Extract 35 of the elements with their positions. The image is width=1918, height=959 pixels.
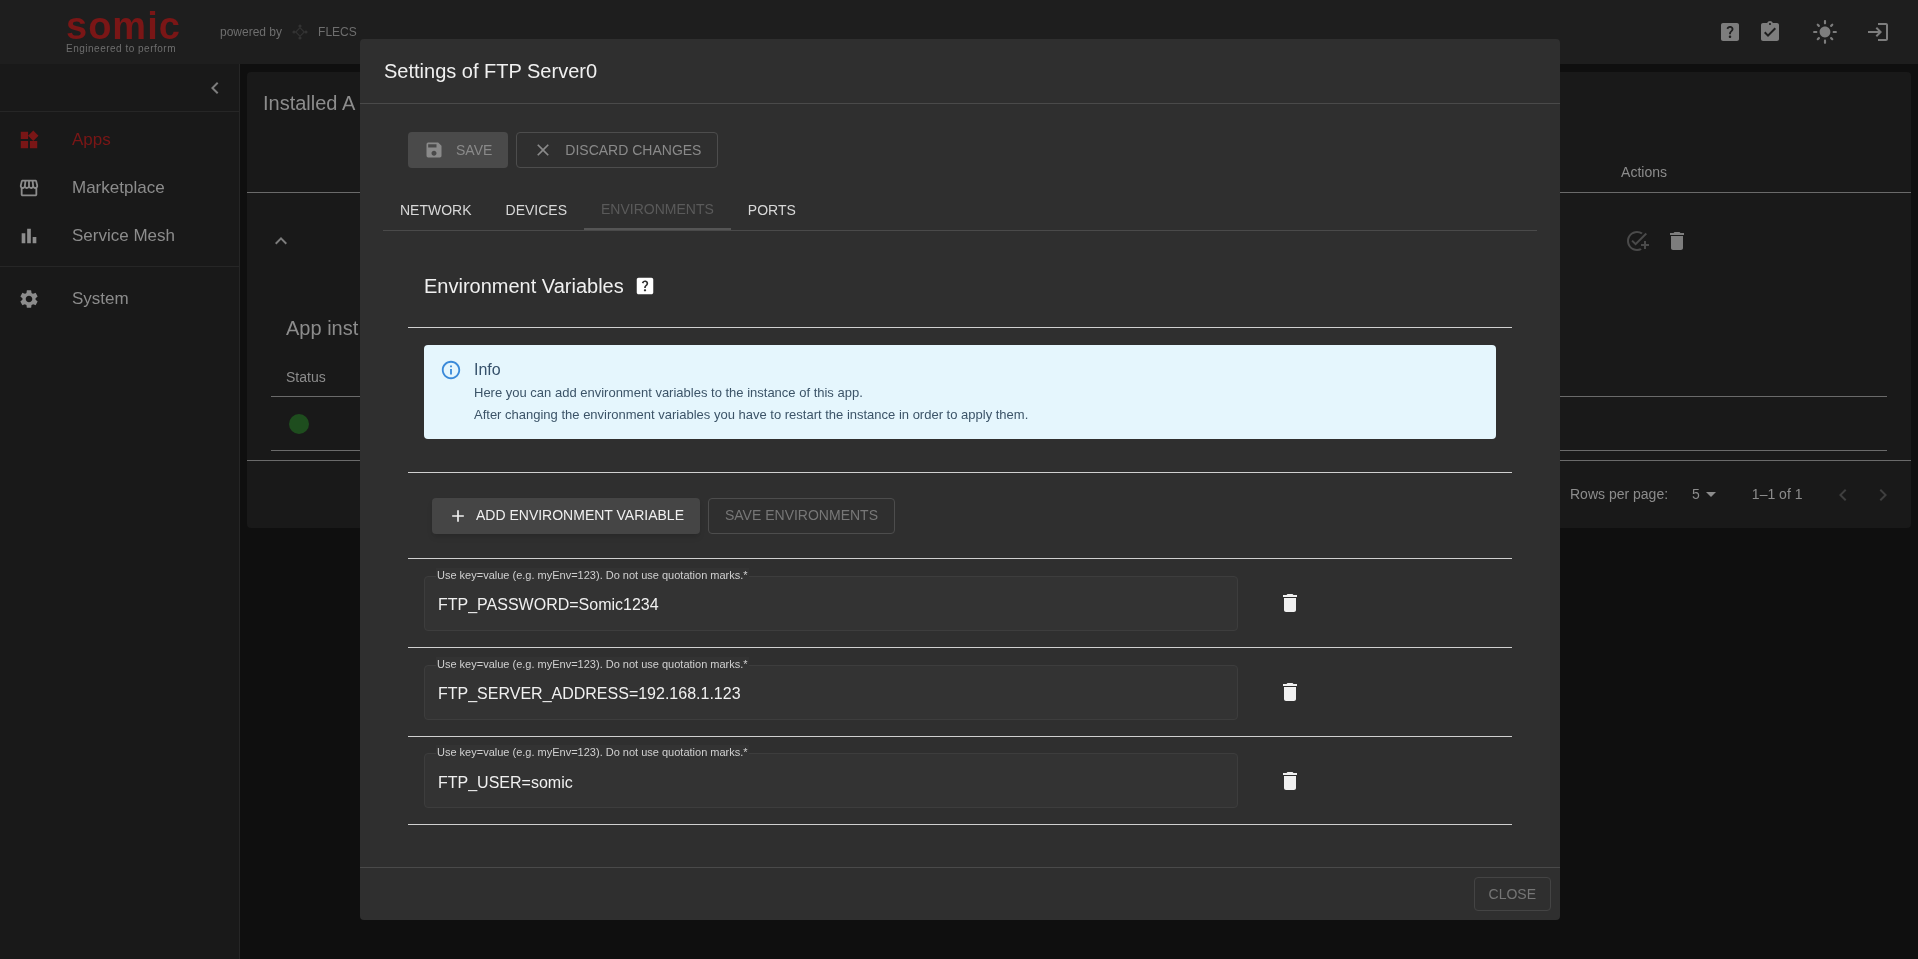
sidebar-item[interactable]: System — [0, 275, 239, 323]
dropdown-icon — [1705, 492, 1716, 497]
sidebar-item[interactable]: Service Mesh — [0, 212, 239, 260]
tab[interactable]: DEVICES — [488, 190, 585, 230]
field-label: Use key=value (e.g. myEnv=123). Do not use quotation marks.* — [436, 745, 749, 759]
column-header: Actions — [1621, 162, 1667, 182]
info-text: After changing the environment variables you have to restart the instance in order to apply them. — [474, 406, 1029, 424]
dialog-title: Settings of FTP Server0 — [384, 59, 598, 84]
info-icon — [440, 359, 462, 381]
logo-tagline: Engineered to perform — [66, 43, 176, 55]
login-icon[interactable] — [1866, 20, 1890, 44]
section-title: Environment Variables — [424, 274, 624, 299]
powered-by-text: powered by — [220, 24, 283, 41]
info-text: Here you can add environment variables to the instance of this app. — [474, 384, 864, 402]
tab[interactable]: PORTS — [730, 190, 813, 230]
brand-name: FLECS — [318, 24, 357, 41]
rows-per-page-select[interactable]: 5 — [1692, 484, 1716, 505]
page-title: Installed A — [263, 92, 356, 114]
field-label: Use key=value (e.g. myEnv=123). Do not use quotation marks.* — [436, 567, 749, 582]
rows-per-page-label: Rows per page: — [1570, 485, 1669, 504]
info-title: Info — [474, 360, 502, 380]
field-label: Use key=value (e.g. myEnv=123). Do not use quotation marks.* — [436, 656, 749, 671]
tab[interactable]: NETWORK — [383, 190, 489, 230]
storefront-icon — [18, 177, 40, 199]
sidebar-item[interactable]: Marketplace — [0, 164, 239, 212]
settings-icon — [18, 288, 40, 310]
instances-title: App inst — [286, 317, 359, 339]
column-header: Status — [286, 368, 326, 387]
widgets-icon — [18, 129, 40, 151]
logo-wordmark: somic — [66, 9, 181, 43]
pagination-range: 1–1 of 1 — [1751, 485, 1803, 504]
clipboard-check-icon[interactable] — [1758, 20, 1782, 44]
sun-icon[interactable] — [1812, 19, 1838, 45]
add-variable-button[interactable]: ADD ENVIRONMENT VARIABLE — [432, 497, 700, 534]
save-icon — [424, 140, 444, 160]
